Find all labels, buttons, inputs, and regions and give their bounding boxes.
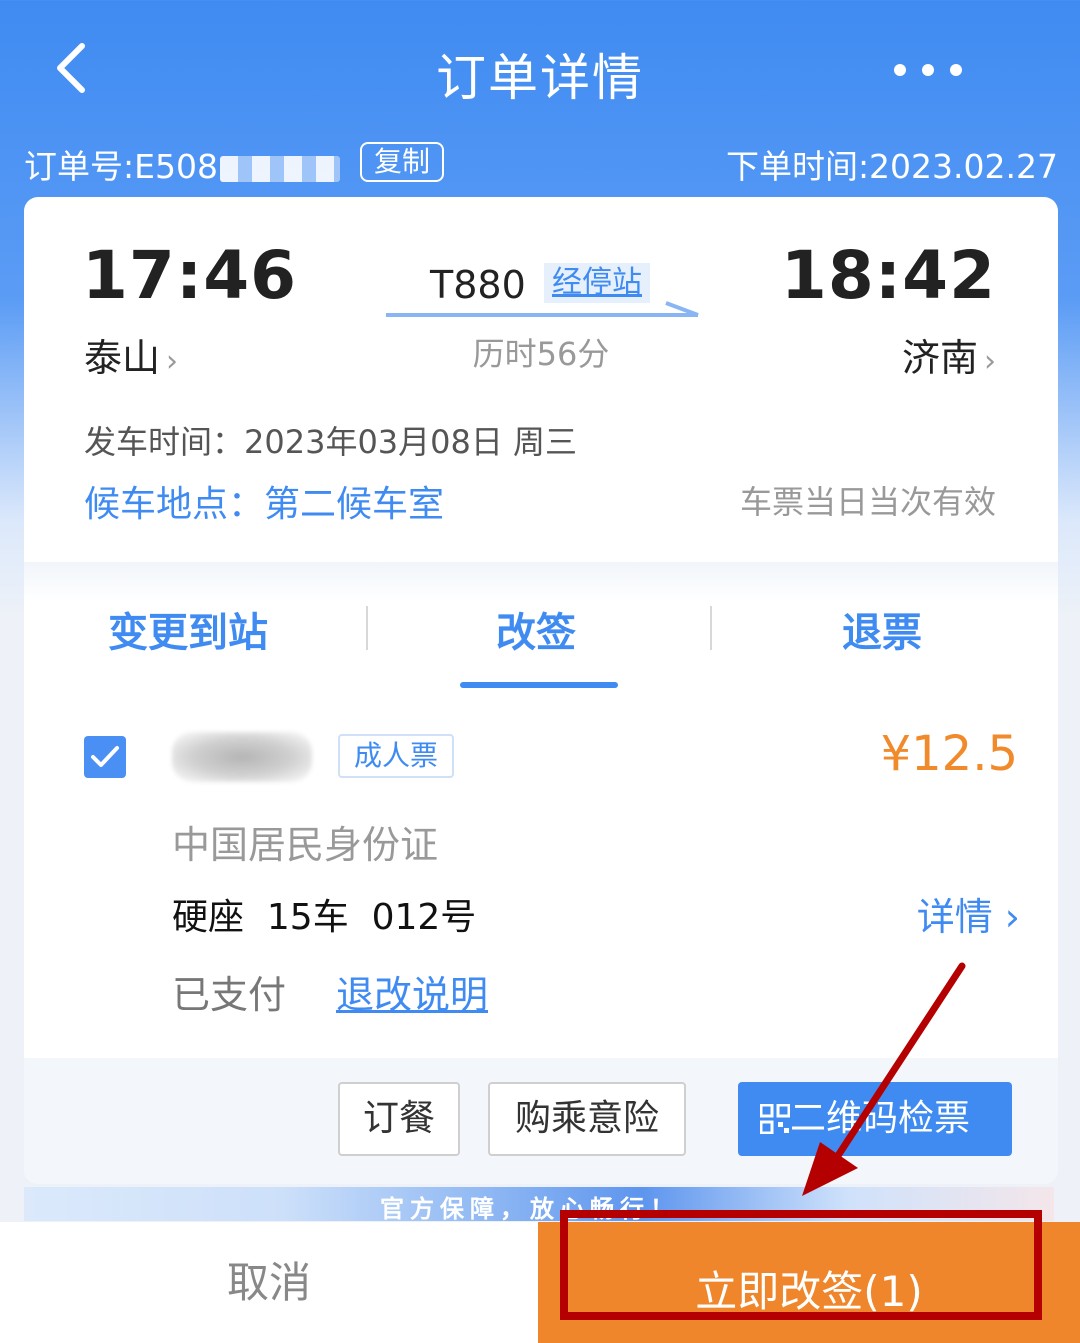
- id-type: 中国居民身份证: [172, 823, 439, 867]
- arrival-time: 18:42: [780, 237, 996, 314]
- annotation-arrow-icon: [802, 962, 966, 1196]
- annotation-highlight-box: [560, 1210, 1042, 1320]
- duration: 历时56分: [472, 335, 610, 373]
- ticket-validity: 车票当日当次有效: [739, 483, 996, 521]
- chevron-right-icon: ›: [1004, 895, 1020, 939]
- seat-info: 硬座 15车 012号: [172, 897, 477, 938]
- copy-button[interactable]: 复制: [360, 142, 445, 182]
- ticket-price: ¥12.5: [880, 726, 1018, 782]
- detail-label: 详情: [916, 895, 993, 939]
- order-info-bar: 订单号:E508 复制 下单时间:2023.02.27: [24, 140, 1058, 186]
- departure-date: 发车时间：2023年03月08日 周三: [84, 423, 578, 461]
- payment-status: 已支付: [172, 973, 287, 1017]
- order-number-text: 订单号:E508: [24, 147, 218, 186]
- ticket-type-badge: 成人票: [338, 734, 455, 778]
- tab-divider: [710, 606, 712, 650]
- checkmark-icon: [91, 746, 119, 767]
- tab-refund[interactable]: 退票: [842, 600, 922, 658]
- order-time: 下单时间:2023.02.27: [725, 147, 1058, 186]
- order-number: 订单号:E508: [24, 140, 340, 188]
- waiting-room: 候车地点：第二候车室: [84, 484, 445, 525]
- cancel-button[interactable]: 取消: [0, 1222, 538, 1343]
- stops-link[interactable]: 经停站: [544, 263, 650, 303]
- order-meal-button[interactable]: 订餐: [338, 1082, 460, 1156]
- tab-change-destination[interactable]: 变更到站: [108, 600, 268, 658]
- tab-divider: [366, 606, 368, 650]
- more-icon[interactable]: [888, 60, 968, 80]
- passenger-name-redacted: [172, 732, 312, 782]
- order-number-redacted: [219, 155, 340, 182]
- action-tabs: 变更到站 改签 退票: [24, 562, 1058, 688]
- departure-time: 17:46: [82, 237, 298, 314]
- buy-insurance-button[interactable]: 购乘意险: [488, 1082, 686, 1156]
- passenger-checkbox[interactable]: [84, 736, 126, 778]
- nav-bar: 订单详情: [0, 0, 1080, 135]
- rules-link[interactable]: 退改说明: [336, 964, 488, 1019]
- detail-link[interactable]: 详情 ›: [917, 886, 1020, 941]
- route-arrow-icon: [386, 301, 699, 317]
- tab-reschedule[interactable]: 改签: [496, 600, 576, 658]
